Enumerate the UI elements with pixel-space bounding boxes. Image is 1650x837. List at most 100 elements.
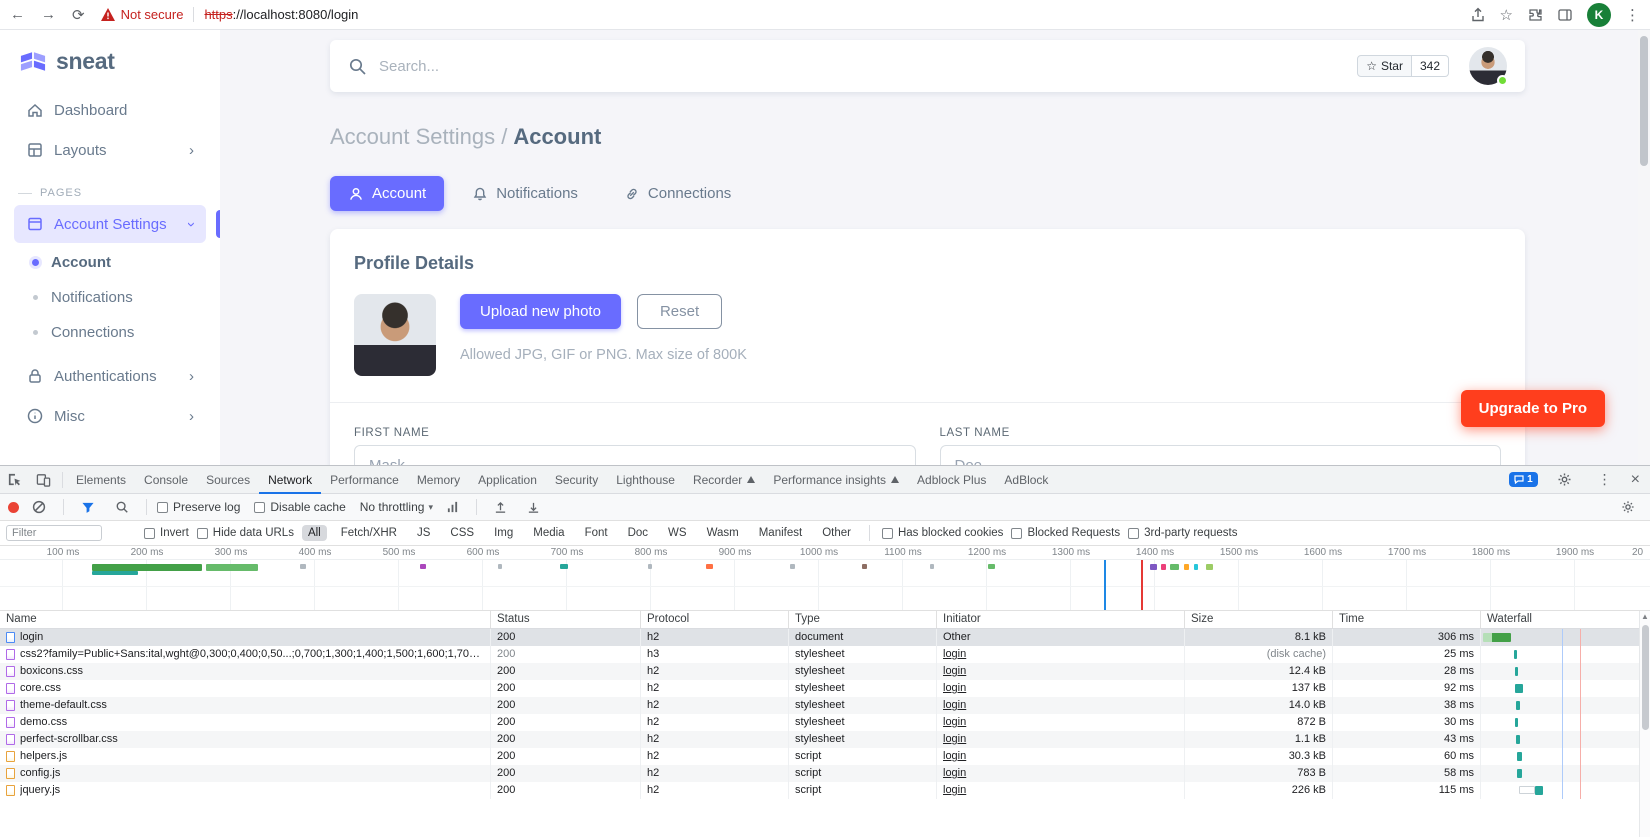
checkbox-icon[interactable] [196, 527, 208, 539]
blocked-requests-checkbox[interactable]: Blocked Requests [1011, 527, 1120, 539]
devtools-menu-icon[interactable]: ⋮ [1591, 471, 1619, 488]
tab-connections[interactable]: Connections [606, 176, 749, 211]
address-bar[interactable]: Not secure https ://localhost:8080/login [100, 7, 1470, 22]
devtools-tab-network[interactable]: Network [259, 466, 321, 494]
network-row[interactable]: css2?family=Public+Sans:ital,wght@0,300;… [0, 646, 1650, 663]
page-scrollbar-thumb[interactable] [1640, 36, 1648, 166]
devtools-tab-console[interactable]: Console [135, 466, 197, 494]
initiator-link[interactable]: login [936, 663, 1184, 680]
throttling-dropdown[interactable]: No throttling ▾ [360, 500, 433, 514]
devtools-tab-memory[interactable]: Memory [408, 466, 469, 494]
browser-profile-avatar[interactable]: K [1587, 2, 1611, 27]
reset-photo-button[interactable]: Reset [636, 294, 723, 329]
devtools-tab-recorder[interactable]: Recorder [684, 466, 764, 494]
inspect-element-icon[interactable] [0, 472, 29, 487]
tab-notifications[interactable]: Notifications [454, 176, 596, 211]
column-header-time[interactable]: Time [1332, 611, 1480, 628]
network-row[interactable]: config.js 200 h2 script login 783 B 58 m… [0, 765, 1650, 782]
tab-account[interactable]: Account [330, 176, 445, 211]
app-logo[interactable]: sneat [0, 30, 220, 89]
invert-checkbox[interactable]: Invert [144, 527, 189, 539]
devtools-tab-security[interactable]: Security [546, 466, 607, 494]
column-header-size[interactable]: Size [1184, 611, 1332, 628]
filter-type-manifest[interactable]: Manifest [753, 525, 808, 541]
network-filter-input[interactable] [6, 525, 102, 541]
devtools-tab-adblock-plus[interactable]: Adblock Plus [908, 466, 995, 494]
filter-type-doc[interactable]: Doc [622, 525, 654, 541]
first-name-field[interactable] [354, 445, 916, 465]
filter-type-other[interactable]: Other [816, 525, 857, 541]
sidebar-item-misc[interactable]: Misc › [14, 397, 206, 435]
last-name-field[interactable] [939, 445, 1501, 465]
sidebar-item-dashboard[interactable]: Dashboard [14, 91, 206, 129]
third-party-requests-checkbox[interactable]: 3rd-party requests [1128, 527, 1237, 539]
hide-data-urls-checkbox[interactable]: Hide data URLs [196, 527, 294, 539]
record-button[interactable] [8, 501, 19, 513]
network-settings-gear-icon[interactable] [1614, 500, 1642, 514]
clear-network-log-icon[interactable] [25, 500, 53, 514]
sidebar-item-layouts[interactable]: Layouts › [14, 131, 206, 169]
page-scrollbar[interactable] [1638, 30, 1650, 465]
back-button[interactable]: ← [10, 6, 25, 23]
initiator-link[interactable]: login [936, 680, 1184, 697]
checkbox-icon[interactable] [157, 501, 168, 513]
user-avatar[interactable] [1469, 47, 1508, 86]
network-table-scrollbar[interactable]: ▲ [1639, 611, 1650, 837]
initiator-link[interactable]: login [936, 731, 1184, 748]
timeline-band[interactable] [0, 560, 1650, 610]
extensions-puzzle-icon[interactable] [1527, 7, 1543, 23]
devtools-tab-adblock[interactable]: AdBlock [995, 466, 1057, 494]
browser-menu-icon[interactable]: ⋮ [1625, 6, 1640, 24]
devtools-close-icon[interactable]: × [1631, 471, 1640, 489]
upload-photo-button[interactable]: Upload new photo [460, 294, 621, 329]
reload-button[interactable]: ⟳ [72, 6, 85, 24]
sidebar-item-account-settings[interactable]: Account Settings › [14, 205, 220, 243]
filter-type-wasm[interactable]: Wasm [701, 525, 745, 541]
filter-type-font[interactable]: Font [579, 525, 614, 541]
network-row[interactable]: core.css 200 h2 stylesheet login 137 kB … [0, 680, 1650, 697]
network-conditions-icon[interactable] [439, 501, 466, 513]
devtools-tab-lighthouse[interactable]: Lighthouse [607, 466, 684, 494]
network-search-icon[interactable] [108, 500, 136, 514]
scrollbar-thumb[interactable] [1642, 625, 1649, 730]
sidebar-subitem-connections[interactable]: Connections [14, 315, 206, 349]
sidebar-item-authentications[interactable]: Authentications › [14, 357, 206, 395]
initiator-link[interactable]: login [936, 782, 1184, 799]
initiator-link[interactable]: login [936, 714, 1184, 731]
column-header-waterfall[interactable]: Waterfall [1480, 611, 1650, 628]
devtools-tab-elements[interactable]: Elements [67, 466, 135, 494]
initiator-link[interactable]: login [936, 646, 1184, 663]
devtools-tab-performance-insights[interactable]: Performance insights [764, 466, 908, 494]
initiator-link[interactable]: login [936, 765, 1184, 782]
checkbox-icon[interactable] [254, 501, 266, 513]
forward-button[interactable]: → [41, 6, 56, 23]
sidebar-subitem-notifications[interactable]: Notifications [14, 280, 206, 314]
device-toolbar-icon[interactable] [29, 472, 58, 487]
has-blocked-cookies-checkbox[interactable]: Has blocked cookies [881, 527, 1003, 539]
devtools-tab-sources[interactable]: Sources [197, 466, 259, 494]
devtools-tab-application[interactable]: Application [469, 466, 546, 494]
export-har-icon[interactable] [520, 501, 547, 514]
checkbox-icon[interactable] [881, 527, 893, 539]
column-header-initiator[interactable]: Initiator [936, 611, 1184, 628]
initiator-link[interactable]: login [936, 748, 1184, 765]
scrollbar-up-arrow[interactable]: ▲ [1640, 611, 1650, 623]
breadcrumb-parent[interactable]: Account Settings / [330, 124, 507, 149]
network-row[interactable]: helpers.js 200 h2 script login 30.3 kB 6… [0, 748, 1650, 765]
bookmark-star-icon[interactable]: ☆ [1500, 6, 1513, 24]
initiator-link[interactable]: login [936, 697, 1184, 714]
side-panel-icon[interactable] [1557, 7, 1573, 23]
filter-type-js[interactable]: JS [411, 525, 436, 541]
filter-type-img[interactable]: Img [488, 525, 519, 541]
network-row[interactable]: boxicons.css 200 h2 stylesheet login 12.… [0, 663, 1650, 680]
filter-type-css[interactable]: CSS [444, 525, 480, 541]
upgrade-to-pro-button[interactable]: Upgrade to Pro [1460, 390, 1605, 427]
filter-type-all[interactable]: All [301, 525, 327, 541]
column-header-name[interactable]: Name [0, 611, 490, 628]
filter-type-media[interactable]: Media [527, 525, 570, 541]
filter-type-fetch-xhr[interactable]: Fetch/XHR [335, 525, 403, 541]
github-star-widget[interactable]: ☆ Star 342 [1357, 55, 1449, 77]
checkbox-icon[interactable] [1011, 527, 1023, 539]
disable-cache-checkbox[interactable]: Disable cache [254, 500, 346, 514]
issues-count-badge[interactable]: 1 [1509, 472, 1538, 487]
